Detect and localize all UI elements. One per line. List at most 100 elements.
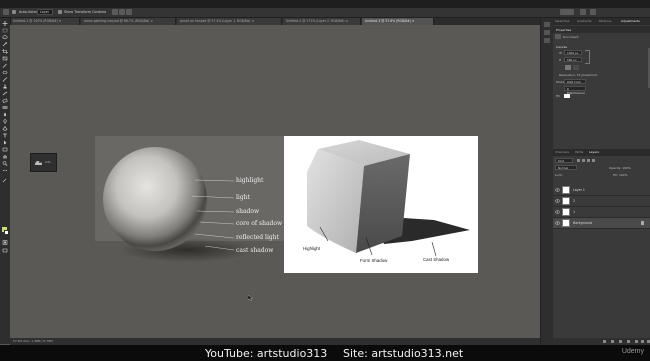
document-tab[interactable]: pencil on hexyad @ 57.4% (Layer 1, RGB/8… xyxy=(177,18,282,25)
hand-tool-icon[interactable] xyxy=(2,154,8,159)
lasso-tool-icon[interactable] xyxy=(2,35,8,40)
layers-tab-bar: Channels Paths Layers xyxy=(553,149,650,156)
tab-adjustments[interactable]: Adjustments xyxy=(621,18,640,25)
edit-toolbar-icon[interactable] xyxy=(2,178,8,183)
swatches-tab-bar: Swatches Gradients Patterns Adjustments xyxy=(553,18,650,25)
brushes-panel-icon[interactable] xyxy=(544,38,550,43)
brush-tool-icon[interactable] xyxy=(2,77,8,82)
history-brush-tool-icon[interactable] xyxy=(2,91,8,96)
quick-mask-icon[interactable] xyxy=(2,240,8,245)
layer-name: Layer 1 xyxy=(573,188,585,192)
layer-row[interactable]: 2 xyxy=(553,196,650,207)
crop-tool-icon[interactable] xyxy=(2,49,8,54)
layer-kind-filter[interactable]: Kind xyxy=(555,158,573,163)
move-tool-icon[interactable] xyxy=(3,9,9,15)
new-layer-icon[interactable] xyxy=(641,340,644,343)
background-color-swatch[interactable] xyxy=(4,230,9,235)
youtube-credit: YouTube: artstudio313 xyxy=(205,347,328,360)
menu-bar[interactable] xyxy=(0,0,650,8)
mode-select[interactable]: RGB Color xyxy=(564,79,586,84)
document-tab[interactable]: Untitled-2 @ 171% (Layer 2, RGB/8#) × xyxy=(283,18,361,25)
tab-gradients[interactable]: Gradients xyxy=(577,18,592,25)
auto-select-dropdown[interactable]: Layer xyxy=(37,9,53,15)
label-reflected-light: reflected light xyxy=(236,234,279,241)
align-left-icon[interactable] xyxy=(112,9,118,15)
screen-mode-icon[interactable] xyxy=(2,248,8,253)
pixel-filter-icon[interactable] xyxy=(577,159,580,162)
share-icon[interactable] xyxy=(590,9,596,15)
rectangle-tool-icon[interactable] xyxy=(2,147,8,152)
tab-patterns[interactable]: Patterns xyxy=(599,18,611,25)
zoom-tool-icon[interactable] xyxy=(2,161,8,166)
fill-swatch[interactable] xyxy=(564,94,570,98)
visibility-eye-icon[interactable] xyxy=(555,210,560,214)
new-adjustment-icon[interactable] xyxy=(627,340,630,343)
quick-select-tool-icon[interactable] xyxy=(2,42,8,47)
dodge-tool-icon[interactable] xyxy=(2,119,8,124)
width-input[interactable]: 1000 px xyxy=(564,50,582,55)
frame-tool-icon[interactable] xyxy=(2,56,8,61)
type-filter-icon[interactable] xyxy=(587,159,590,162)
tab-paths[interactable]: Paths xyxy=(575,149,583,156)
info-panel-collapsed[interactable]: Info xyxy=(30,153,57,172)
height-input[interactable]: 580 px xyxy=(564,57,582,62)
add-mask-icon[interactable] xyxy=(619,340,622,343)
opacity-label[interactable]: Opacity: 100% xyxy=(609,166,631,170)
portrait-orientation-icon[interactable] xyxy=(565,65,571,70)
layer-row[interactable]: Layer 1 xyxy=(553,185,650,196)
tab-layers[interactable]: Layers xyxy=(589,149,599,156)
align-center-icon[interactable] xyxy=(119,9,125,15)
layer-row[interactable]: 1 xyxy=(553,207,650,218)
depth-select[interactable]: 8 Bits/Channel xyxy=(564,86,586,95)
link-layers-icon[interactable] xyxy=(603,340,606,343)
fill-label: Fill xyxy=(556,94,561,98)
document-tab[interactable]: stone-painting-hexyad @ 66.7% (RGB/8#) × xyxy=(81,18,176,25)
link-dimensions-icon[interactable] xyxy=(585,50,590,64)
tab-channels[interactable]: Channels xyxy=(555,149,569,156)
more-tools-icon[interactable] xyxy=(2,168,8,173)
blur-tool-icon[interactable] xyxy=(2,112,8,117)
clone-stamp-tool-icon[interactable] xyxy=(2,84,8,89)
layer-name: Background xyxy=(573,221,593,225)
filter-icons[interactable] xyxy=(577,158,607,163)
label-shadow: shadow xyxy=(236,208,260,215)
eyedropper-tool-icon[interactable] xyxy=(2,63,8,68)
history-panel-icon[interactable] xyxy=(544,22,550,27)
pen-tool-icon[interactable] xyxy=(2,126,8,131)
label-light: light xyxy=(236,194,250,201)
mode-label: Mode xyxy=(556,80,565,84)
label-highlight: highlight xyxy=(236,177,264,184)
document-tab[interactable]: Untitled-1 @ 100% (RGB/8#) × xyxy=(10,18,80,25)
visibility-eye-icon[interactable] xyxy=(555,221,560,225)
eraser-tool-icon[interactable] xyxy=(2,98,8,103)
add-style-icon[interactable] xyxy=(611,340,614,343)
actions-panel-icon[interactable] xyxy=(544,30,550,35)
document-tab-active[interactable]: Untitled-3 @ 57.6% (RGB/8#) × xyxy=(362,18,434,25)
layer-row-selected[interactable]: Background xyxy=(553,218,650,229)
visibility-eye-icon[interactable] xyxy=(555,188,560,192)
document-canvas[interactable]: highlight light shadow core of shadow re… xyxy=(95,136,478,273)
search-icon[interactable] xyxy=(580,9,586,15)
mouse-cursor-icon xyxy=(248,295,253,301)
align-right-icon[interactable] xyxy=(126,9,132,15)
video-footer: YouTube: artstudio313 Site: artstudio313… xyxy=(0,345,650,361)
landscape-orientation-icon[interactable] xyxy=(573,65,579,70)
tab-properties[interactable]: Properties xyxy=(556,28,571,32)
path-selection-tool-icon[interactable] xyxy=(2,140,8,145)
blend-mode-select[interactable]: Normal xyxy=(555,165,577,170)
marquee-tool-icon[interactable] xyxy=(2,28,8,33)
workspace-switcher-icon[interactable] xyxy=(560,9,574,15)
fill-opacity-label[interactable]: Fill: 100% xyxy=(613,173,628,177)
new-group-icon[interactable] xyxy=(635,340,638,343)
checkbox-icon[interactable] xyxy=(12,10,16,14)
gradient-tool-icon[interactable] xyxy=(2,105,8,110)
visibility-eye-icon[interactable] xyxy=(555,199,560,203)
type-tool-icon[interactable] xyxy=(2,133,8,138)
transform-checkbox-icon[interactable] xyxy=(58,10,62,14)
tab-swatches[interactable]: Swatches xyxy=(555,18,569,25)
healing-brush-tool-icon[interactable] xyxy=(2,70,8,75)
shape-filter-icon[interactable] xyxy=(592,159,595,162)
move-tool-icon[interactable] xyxy=(2,21,8,26)
label-cast-shadow: cast shadow xyxy=(236,247,274,254)
adjustment-filter-icon[interactable] xyxy=(582,159,585,162)
